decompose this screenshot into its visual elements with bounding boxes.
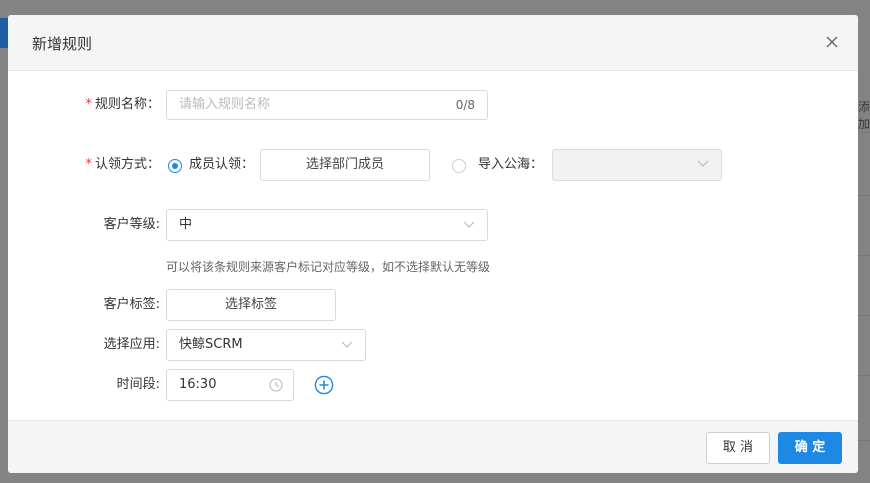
confirm-button[interactable]: 确 定	[778, 432, 842, 464]
chevron-down-icon	[463, 221, 475, 228]
customer-level-value: 中	[179, 217, 193, 232]
dialog-header: 新增规则	[8, 15, 858, 71]
background-divider	[858, 440, 870, 441]
app-label: 选择应用:	[103, 337, 160, 352]
dialog-title: 新增规则	[32, 35, 93, 53]
cancel-button[interactable]: 取 消	[706, 432, 770, 464]
time-period-label: 时间段:	[116, 377, 160, 392]
customer-level-hint: 可以将该条规则来源客户标记对应等级，如不选择默认无等级	[166, 260, 491, 274]
customer-tag-row: 客户标签: 选择标签	[8, 289, 858, 321]
background-sidebar-accent	[0, 18, 8, 48]
background-divider	[858, 132, 870, 133]
time-picker-input[interactable]: 16:30	[166, 369, 294, 401]
claim-method-label-text: 认领方式：	[94, 157, 160, 172]
required-mark: *	[85, 157, 92, 172]
background-add-link: 添加	[858, 100, 870, 131]
background-divider	[858, 375, 870, 376]
app-select[interactable]: 快鲸SCRM	[166, 329, 366, 361]
select-department-member-button[interactable]: 选择部门成员	[260, 149, 430, 181]
dialog-footer: 取 消 确 定	[8, 420, 858, 473]
chevron-down-icon	[697, 160, 709, 167]
customer-level-row: 客户等级: 中	[8, 209, 858, 241]
time-value: 16:30	[179, 377, 217, 392]
public-sea-select[interactable]	[552, 149, 722, 181]
background-divider	[858, 255, 870, 256]
public-sea-label: 导入公海：	[478, 157, 544, 172]
background-divider	[858, 315, 870, 316]
app-row: 选择应用: 快鲸SCRM	[8, 329, 858, 361]
select-tag-button[interactable]: 选择标签	[166, 289, 336, 321]
rule-name-label-text: 规则名称：	[94, 97, 160, 112]
rule-name-label: * 规则名称：	[8, 89, 160, 121]
time-period-row: 时间段: 16:30	[8, 369, 858, 401]
rule-name-char-count: 0/8	[455, 98, 475, 112]
close-icon[interactable]	[824, 34, 840, 50]
rule-name-placeholder: 请输入规则名称	[179, 97, 271, 112]
add-rule-dialog: 新增规则 * 规则名称： 请输入规则名称 0/8 * 认领方式： 成员认领： 选择部…	[8, 15, 858, 473]
claim-method-label: * 认领方式：	[8, 149, 160, 181]
member-claim-radio[interactable]	[168, 159, 182, 173]
rule-name-input[interactable]: 请输入规则名称 0/8	[166, 90, 488, 120]
app-select-value: 快鲸SCRM	[179, 337, 243, 352]
public-sea-radio[interactable]	[452, 159, 466, 173]
clock-icon	[269, 378, 283, 392]
claim-method-row: * 认领方式： 成员认领： 选择部门成员 导入公海：	[8, 149, 858, 181]
plus-circle-icon[interactable]	[314, 375, 334, 395]
member-claim-label: 成员认领：	[189, 157, 255, 172]
customer-tag-label: 客户标签:	[103, 297, 160, 312]
required-mark: *	[85, 97, 92, 112]
customer-level-label: 客户等级:	[103, 217, 160, 232]
customer-level-select[interactable]: 中	[166, 209, 488, 241]
rule-name-row: * 规则名称： 请输入规则名称 0/8	[8, 89, 858, 121]
chevron-down-icon	[341, 341, 353, 348]
background-divider	[858, 195, 870, 196]
